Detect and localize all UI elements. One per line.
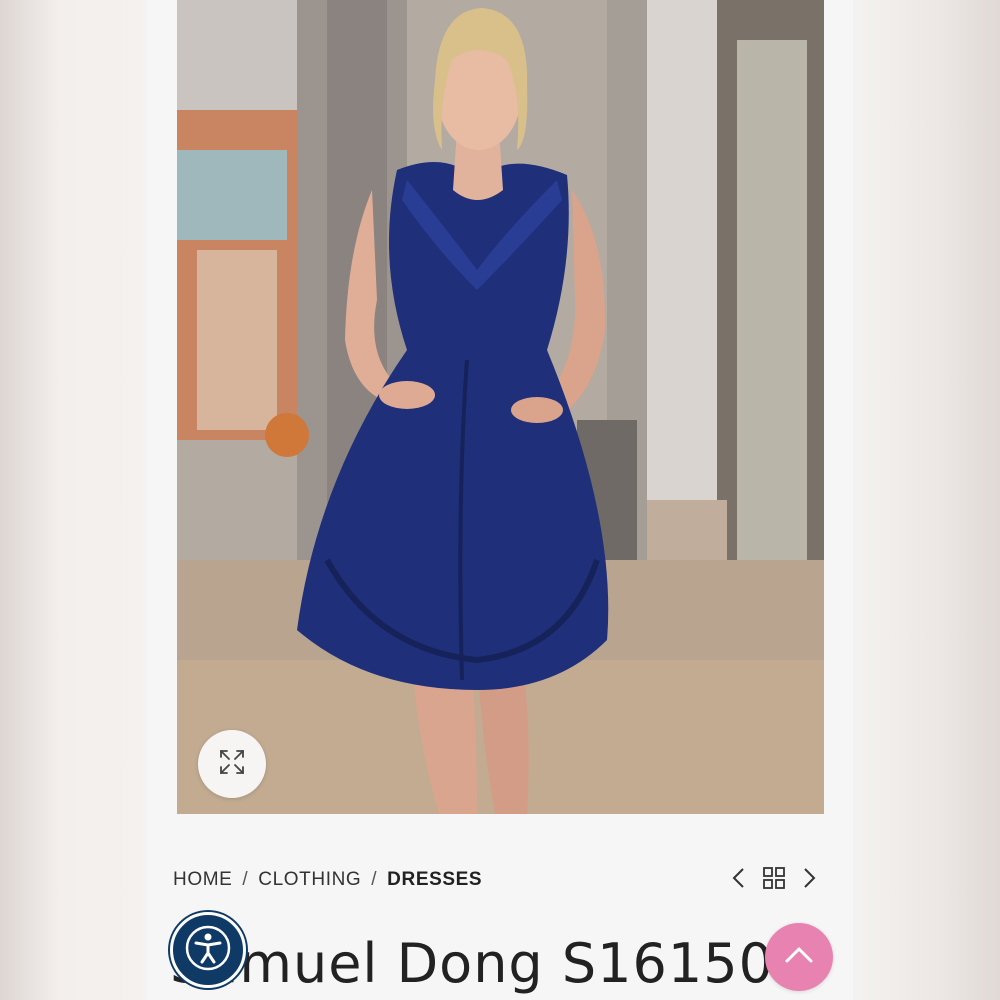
- chevron-left-icon[interactable]: [730, 867, 748, 889]
- breadcrumb: HOME / CLOTHING / DRESSES: [173, 869, 482, 891]
- grid-icon[interactable]: [762, 866, 786, 890]
- breadcrumb-separator: /: [242, 869, 249, 890]
- product-navigation: [730, 866, 818, 890]
- right-backdrop: [853, 0, 1000, 1000]
- expand-arrows-icon: [218, 748, 246, 780]
- product-title: Samuel Dong S16150: [170, 932, 774, 995]
- product-photo-illustration: [177, 0, 824, 814]
- breadcrumb-clothing-link[interactable]: CLOTHING: [258, 869, 361, 891]
- breadcrumb-current: DRESSES: [387, 869, 483, 890]
- zoom-button[interactable]: [198, 730, 266, 798]
- chevron-up-icon: [784, 945, 814, 969]
- breadcrumb-home-link[interactable]: HOME: [173, 869, 232, 891]
- breadcrumb-separator: /: [371, 869, 378, 890]
- accessibility-person-icon: [184, 924, 232, 976]
- chevron-right-icon[interactable]: [800, 867, 818, 889]
- back-to-top-button[interactable]: [765, 923, 833, 991]
- product-photo[interactable]: [177, 0, 824, 814]
- product-page: HOME / CLOTHING / DRESSES Samuel Dong S1…: [148, 0, 853, 1000]
- accessibility-button[interactable]: [170, 912, 246, 988]
